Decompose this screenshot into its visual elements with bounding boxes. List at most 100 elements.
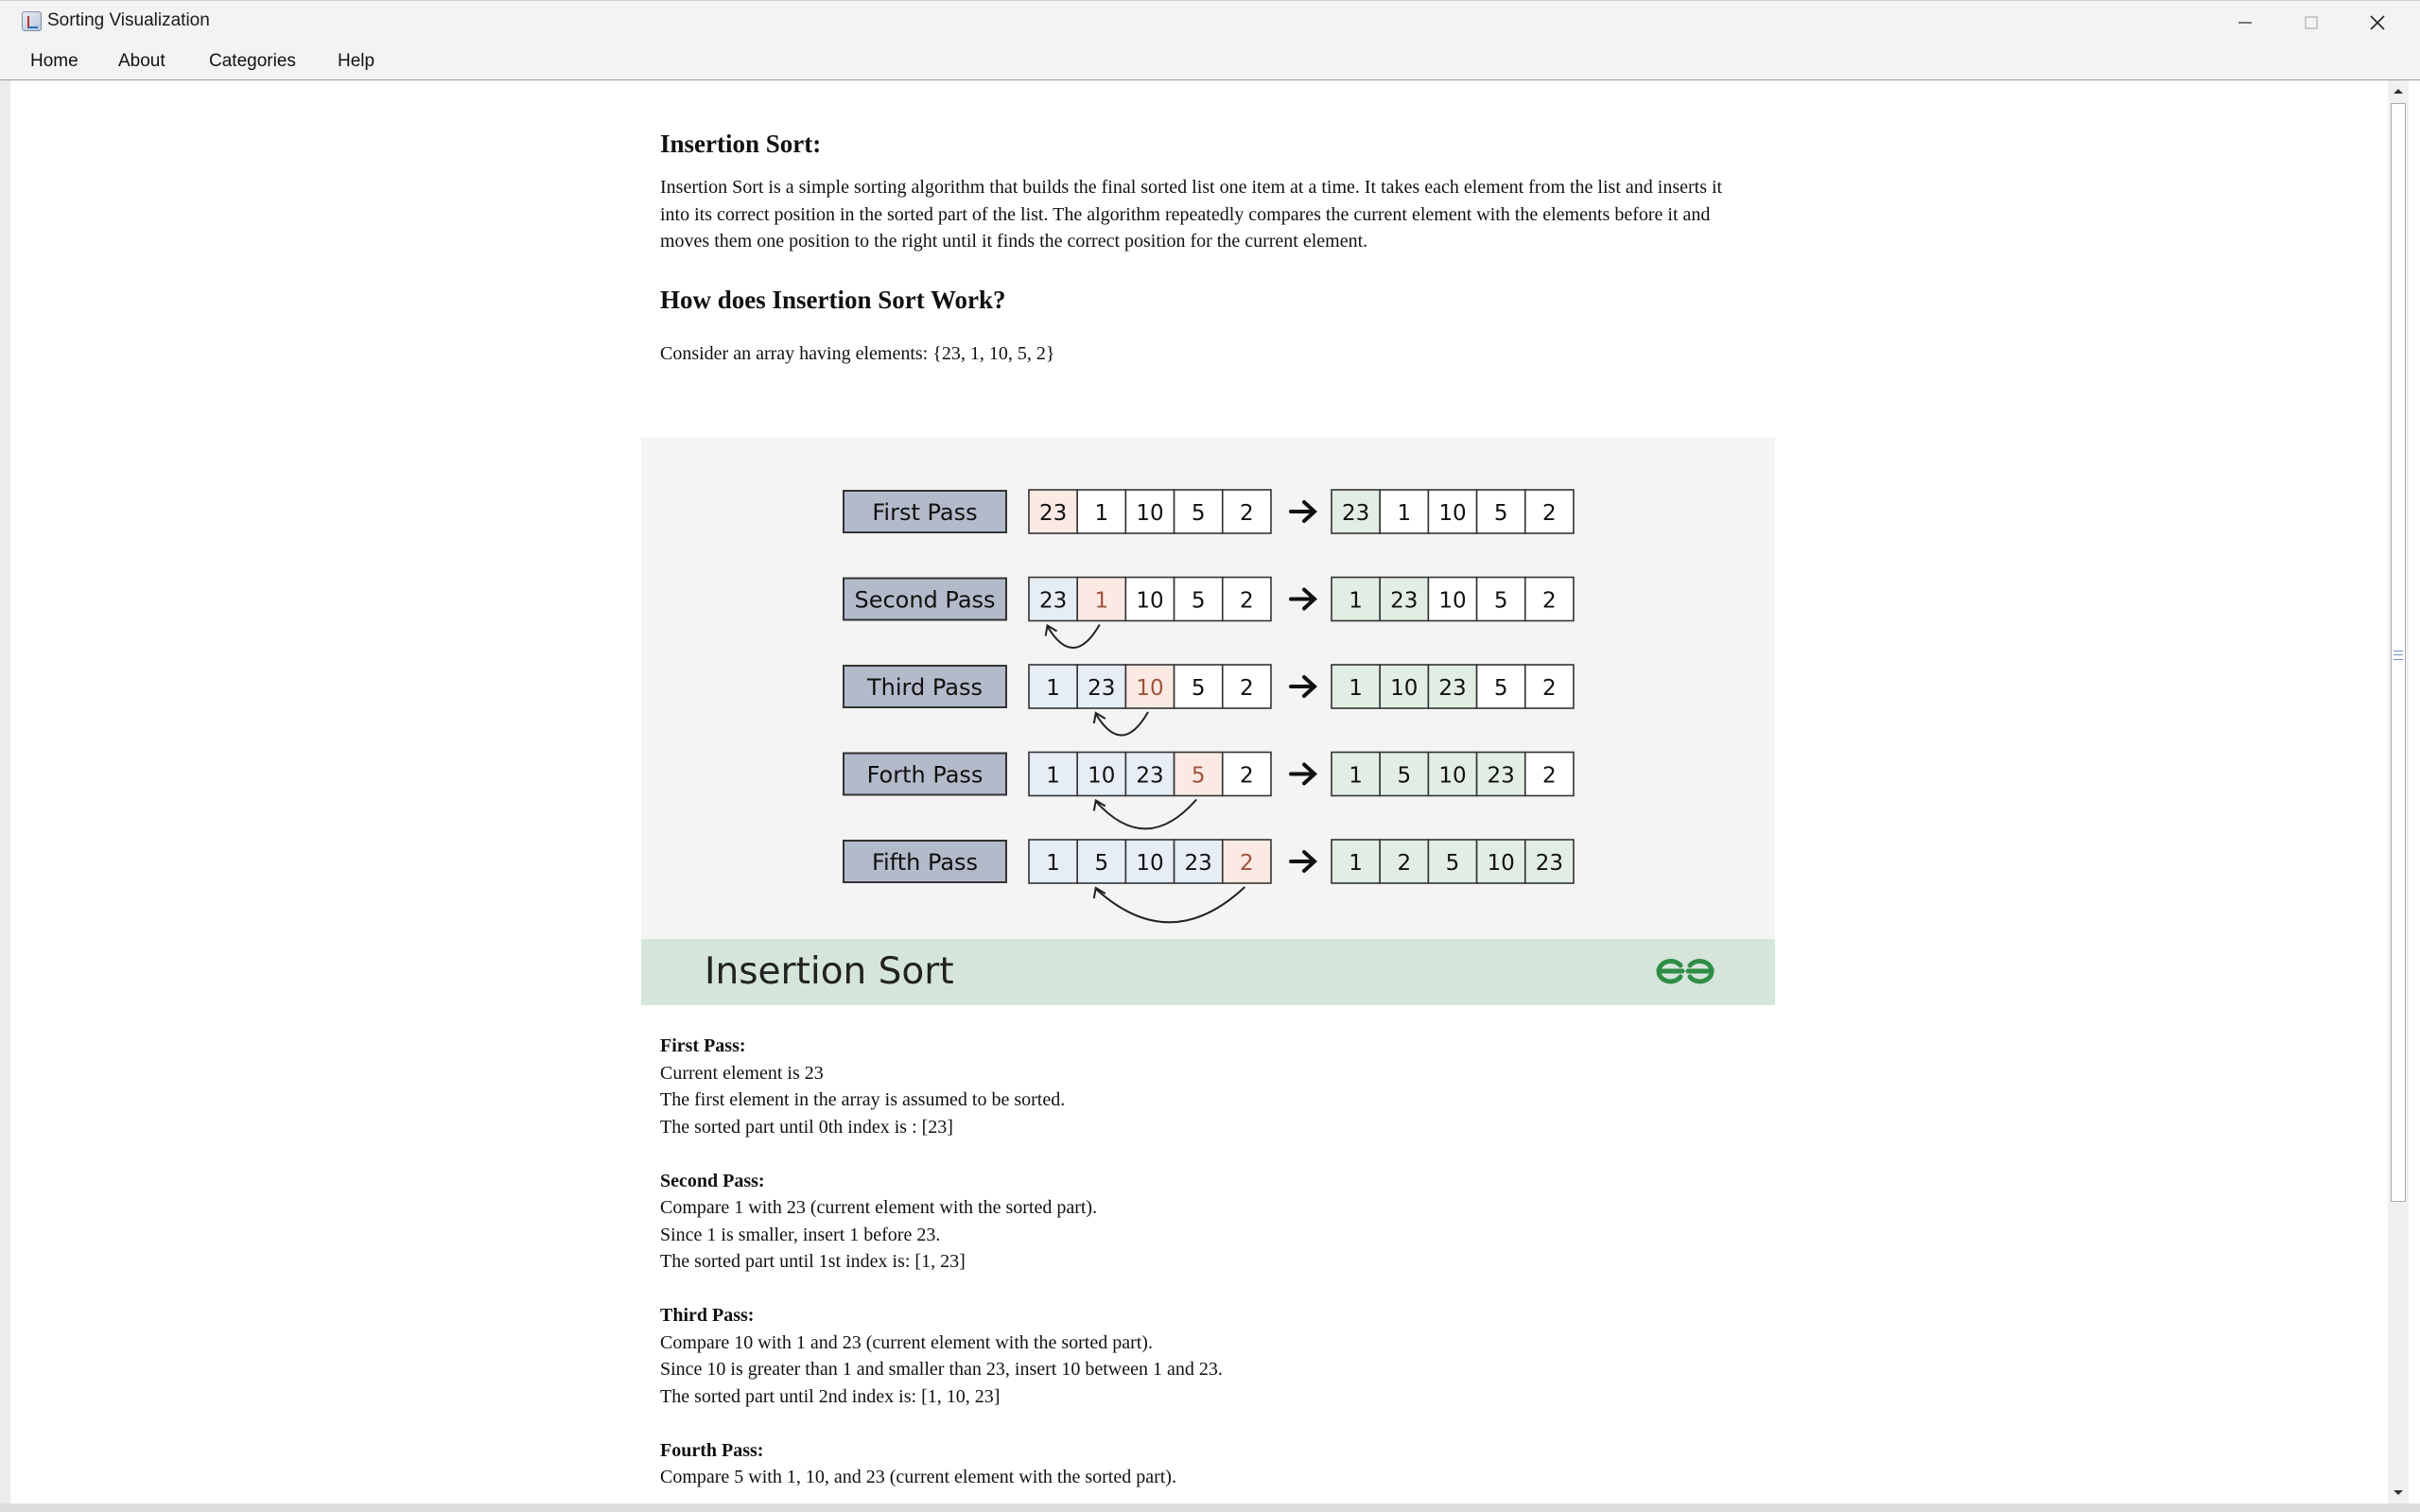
pass-line: Compare 10 with 1 and 23 (current elemen…	[660, 1331, 1153, 1353]
insertion-curve	[1094, 711, 1149, 737]
minimize-icon	[2238, 21, 2252, 24]
before-value: 5	[1192, 501, 1206, 526]
before-value: 2	[1240, 764, 1254, 789]
diagram-caption-band: Insertion Sort	[641, 939, 1775, 1005]
desktop-strip	[0, 1503, 2420, 1512]
before-value: 5	[1192, 676, 1206, 701]
pass-label: Third Pass	[866, 674, 983, 701]
menu-home[interactable]: Home	[30, 51, 78, 72]
before-value: 23	[1039, 501, 1067, 526]
pass-block: Second Pass: Compare 1 with 23 (current e…	[660, 1168, 1097, 1276]
close-button[interactable]	[2344, 1, 2411, 43]
scroll-down-button[interactable]	[2388, 1483, 2409, 1503]
gfg-logo-icon	[1656, 958, 1715, 984]
after-value: 1	[1397, 501, 1411, 526]
arrow-down-icon	[2394, 1490, 2403, 1495]
after-value: 10	[1390, 676, 1418, 701]
minimize-button[interactable]	[2212, 1, 2278, 43]
content-viewport[interactable]: Insertion Sort: Insertion Sort is a simp…	[0, 80, 2388, 1503]
pass-line: Since 10 is greater than 1 and smaller t…	[660, 1359, 1223, 1380]
before-value: 5	[1192, 589, 1206, 614]
vertical-scrollbar[interactable]	[2388, 80, 2409, 1503]
after-value: 5	[1397, 764, 1411, 789]
after-value: 5	[1494, 589, 1508, 614]
before-value: 23	[1088, 676, 1115, 701]
after-value: 5	[1446, 851, 1460, 876]
pass-block: Fourth Pass: Compare 5 with 1, 10, and 23…	[660, 1437, 1176, 1491]
menu-about[interactable]: About	[118, 51, 165, 72]
insertion-curve	[1095, 886, 1246, 924]
after-value: 10	[1438, 589, 1466, 614]
pass-line: Current element is 23	[660, 1062, 824, 1084]
before-value: 1	[1094, 501, 1108, 526]
after-value: 2	[1542, 764, 1557, 789]
pass-line: Compare 5 with 1, 10, and 23 (current el…	[660, 1467, 1176, 1487]
pass-block: Third Pass: Compare 10 with 1 and 23 (cur…	[660, 1302, 1223, 1410]
after-value: 23	[1488, 764, 1515, 789]
pass-block: First Pass: Current element is 23 The firs…	[660, 1033, 1065, 1140]
close-icon	[2370, 14, 2385, 30]
after-value: 10	[1438, 764, 1466, 789]
after-value: 23	[1390, 589, 1418, 614]
scroll-grip-icon	[2394, 651, 2403, 660]
after-value: 2	[1542, 501, 1557, 526]
arrow-right-icon	[1289, 850, 1317, 873]
pass-label: First Pass	[872, 499, 977, 526]
arrow-right-icon	[1289, 675, 1317, 698]
after-value: 1	[1349, 676, 1363, 701]
after-value: 5	[1494, 676, 1508, 701]
before-value: 2	[1240, 676, 1254, 701]
after-value: 10	[1488, 851, 1515, 876]
pass-line: The sorted part until 1st index is: [1, …	[660, 1251, 966, 1272]
menu-categories[interactable]: Categories	[209, 51, 296, 72]
menu-help[interactable]: Help	[338, 51, 374, 72]
pass-line: The first element in the array is assume…	[660, 1089, 1066, 1110]
insertion-sort-diagram: First Pass 23 1 10 5 2 23 1 10 5 2 Second Pass 23 1 10…	[641, 438, 1775, 1005]
before-value: 2	[1240, 851, 1254, 876]
before-value: 1	[1094, 589, 1108, 614]
after-value: 5	[1494, 501, 1508, 526]
insertion-curve	[1095, 798, 1197, 830]
before-value: 10	[1136, 851, 1163, 876]
pass-line: The sorted part until 2nd index is: [1, …	[660, 1385, 1001, 1407]
after-value: 23	[1438, 676, 1466, 701]
after-value: 1	[1349, 589, 1363, 614]
before-value: 1	[1046, 851, 1060, 876]
scroll-up-button[interactable]	[2388, 80, 2409, 101]
article-title: Insertion Sort:	[660, 130, 822, 158]
insertion-curve	[1046, 624, 1101, 649]
before-value: 5	[1192, 764, 1206, 789]
maximize-button[interactable]	[2278, 1, 2344, 43]
arrow-right-icon	[1289, 587, 1317, 611]
window-title: Sorting Visualization	[47, 10, 210, 30]
before-value: 2	[1240, 589, 1254, 614]
before-value: 10	[1136, 676, 1163, 701]
arrow-up-icon	[2394, 89, 2403, 94]
before-value: 23	[1185, 851, 1212, 876]
before-value: 1	[1046, 764, 1060, 789]
title-bar: Sorting Visualization	[0, 0, 2420, 43]
after-value: 10	[1438, 501, 1466, 526]
pass-title: Third Pass:	[660, 1305, 755, 1326]
after-value: 2	[1542, 676, 1557, 701]
after-value: 23	[1536, 851, 1563, 876]
pass-label: Second Pass	[854, 587, 995, 614]
pass-label: Fifth Pass	[872, 849, 978, 876]
diagram-caption: Insertion Sort	[705, 950, 954, 993]
pass-line: Since 1 is smaller, insert 1 before 23.	[660, 1224, 941, 1245]
pass-line: The sorted part until 0th index is : [23…	[660, 1116, 953, 1138]
diagram-passes: First Pass 23 1 10 5 2 23 1 10 5 2 Second Pass 23 1 10…	[843, 489, 1575, 924]
before-value: 2	[1240, 501, 1254, 526]
consider-text: Consider an array having elements: {23, …	[660, 343, 1055, 364]
pass-title: First Pass:	[660, 1035, 746, 1056]
before-value: 10	[1088, 764, 1115, 789]
maximize-icon	[2305, 15, 2318, 29]
pass-line: Compare 1 with 23 (current element with …	[660, 1197, 1098, 1218]
before-value: 1	[1046, 676, 1060, 701]
menu-bar: Home About Categories Help	[0, 43, 2420, 80]
after-value: 2	[1397, 851, 1411, 876]
scroll-thumb[interactable]	[2391, 103, 2406, 1202]
before-value: 23	[1136, 764, 1163, 789]
arrow-right-icon	[1289, 762, 1317, 786]
how-heading: How does Insertion Sort Work?	[660, 286, 1006, 314]
